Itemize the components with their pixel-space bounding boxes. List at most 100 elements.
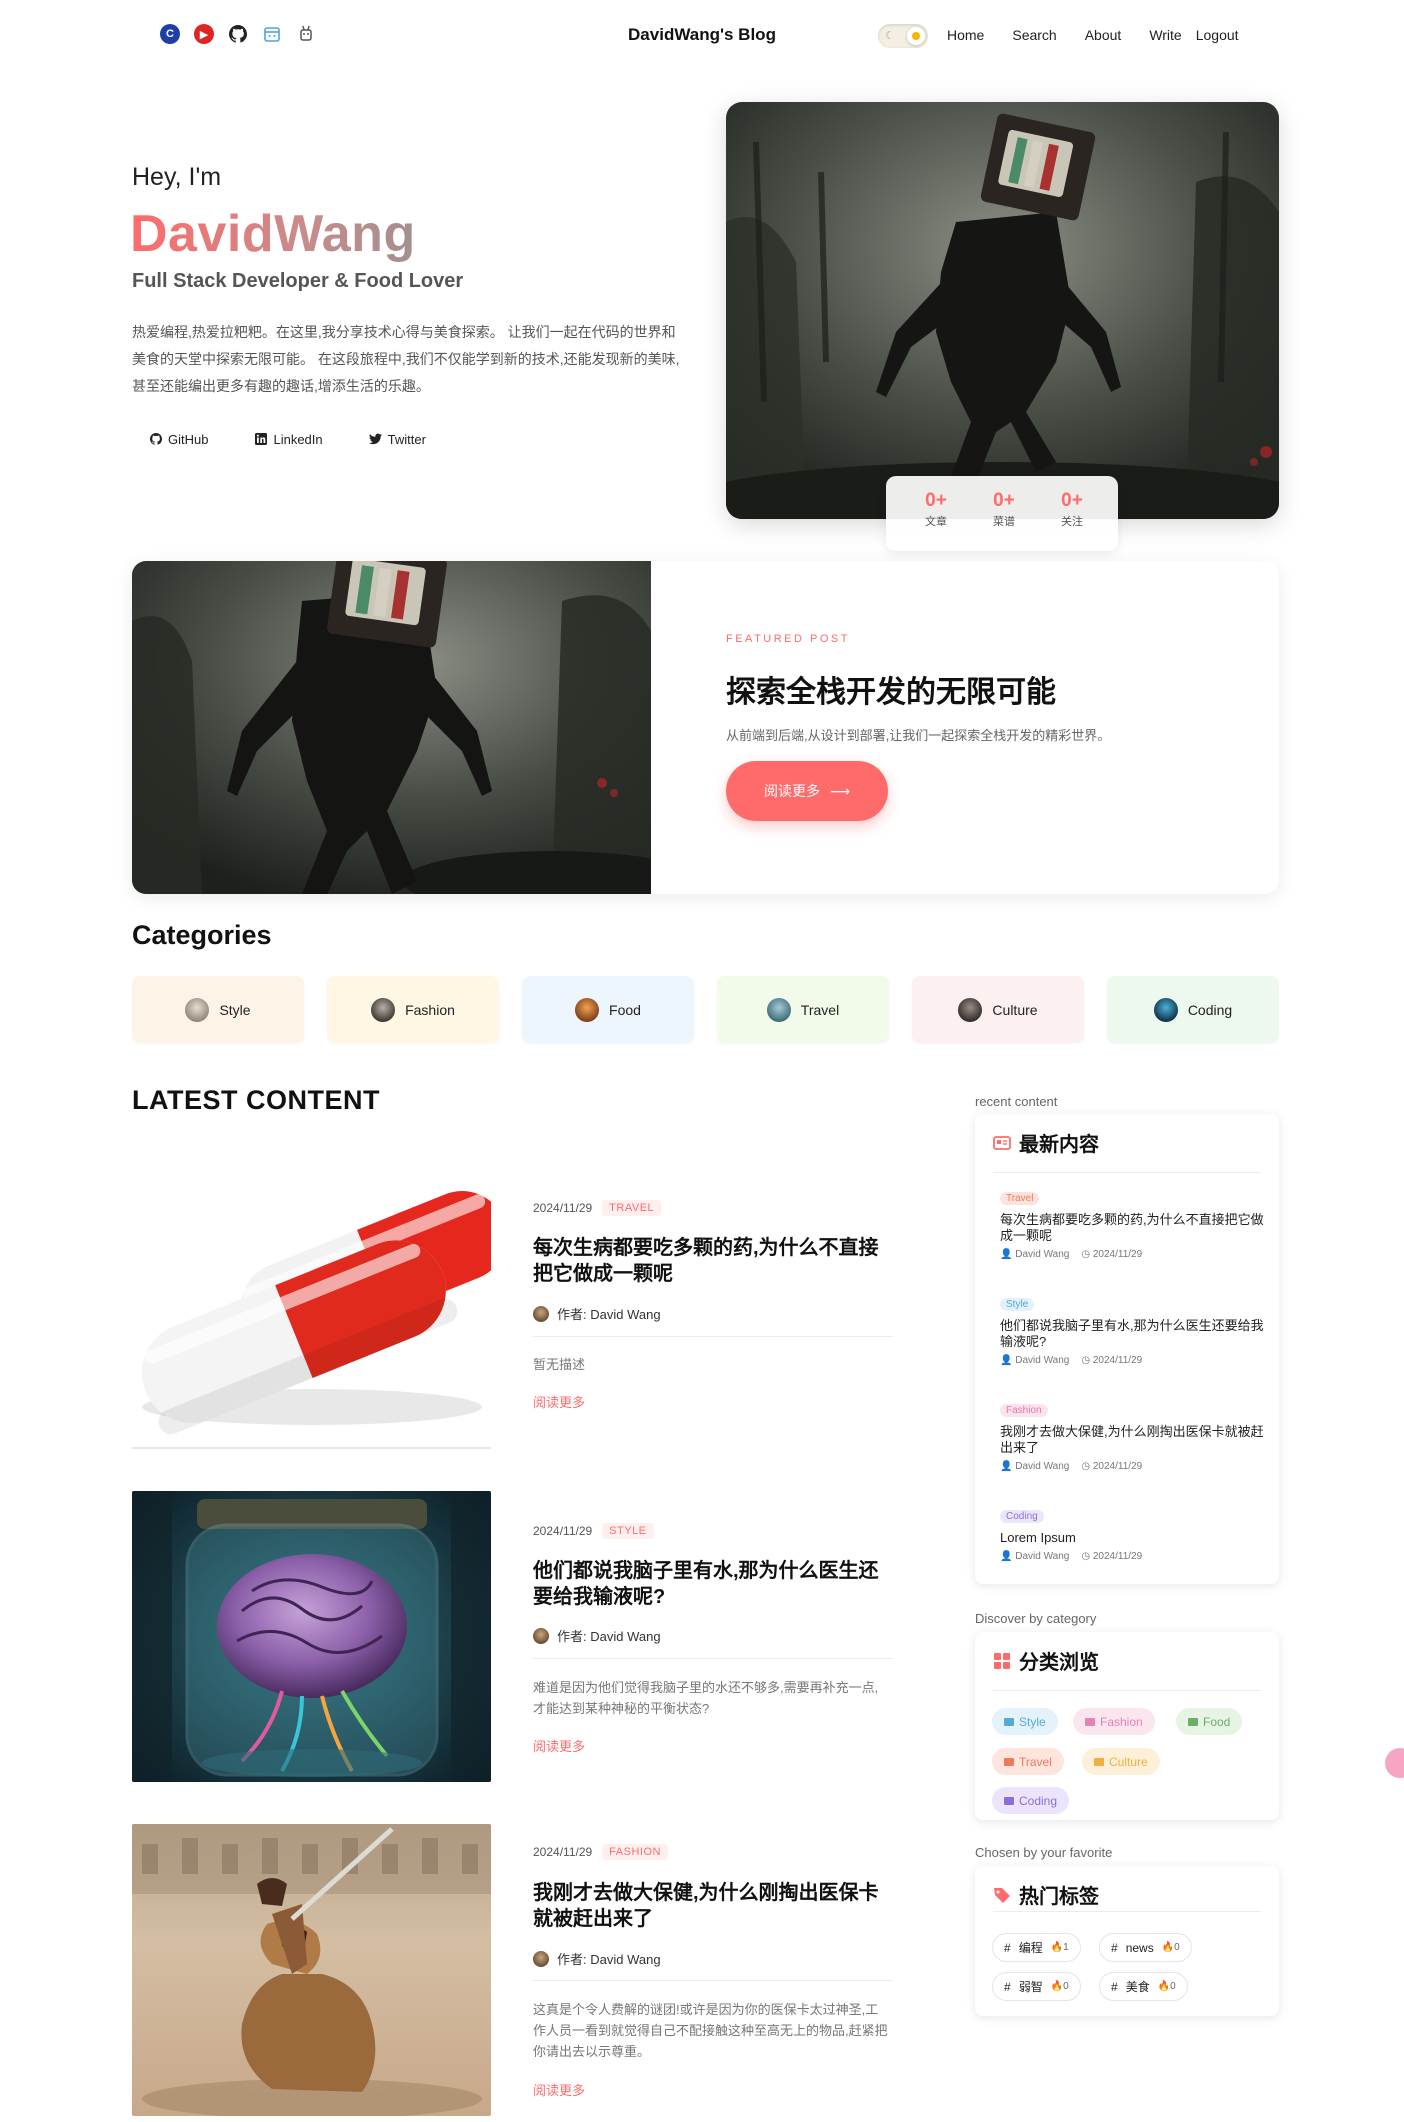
category-food-label: Food <box>609 1001 641 1018</box>
recent-card-header: 最新内容 <box>993 1128 1099 1157</box>
twitter-link[interactable]: Twitter <box>368 432 426 447</box>
post-image[interactable] <box>132 1157 491 1447</box>
tag-chip-name: 弱智 <box>1018 1980 1043 1994</box>
recent-item[interactable]: Fashion 我刚才去做大保健,为什么刚掏出医保卡就被赶出来了 👤 David… <box>1000 1400 1265 1472</box>
category-fashion[interactable]: Fashion <box>327 976 499 1043</box>
category-chip-style[interactable]: Style <box>992 1708 1058 1735</box>
featured-title[interactable]: 探索全栈开发的无限可能 <box>726 667 1056 711</box>
tag-chip[interactable]: # news 🔥0 <box>1099 1933 1192 1962</box>
post-title[interactable]: 每次生病都要吃多颗的药,为什么不直接把它做成一颗呢 <box>533 1235 893 1287</box>
post-description: 暂无描述 <box>533 1357 586 1372</box>
recent-item[interactable]: Coding Lorem Ipsum 👤 David Wang ◷ 2024/1… <box>1000 1506 1265 1562</box>
tag-chip[interactable]: # 编程 🔥1 <box>992 1933 1081 1962</box>
category-chip-culture[interactable]: Culture <box>1082 1748 1160 1775</box>
recent-item-tag[interactable]: Fashion <box>1000 1404 1048 1417</box>
post-title[interactable]: 我刚才去做大保健,为什么刚掏出医保卡就被赶出来了 <box>533 1880 893 1932</box>
post-description: 难道是因为他们觉得我脑子里的水还不够多,需要再补充一点,才能达到某种神秘的平衡状… <box>533 1680 879 1716</box>
tag-chip-count-value: 0 <box>1170 1981 1176 1992</box>
recent-item-title[interactable]: 他们都说我脑子里有水,那为什么医生还要给我输液呢? <box>1000 1318 1265 1350</box>
category-chip-label: Style <box>1019 1714 1046 1729</box>
nav-logout[interactable]: Logout <box>1196 27 1239 43</box>
divider <box>993 1690 1261 1691</box>
twitter-icon <box>368 433 382 446</box>
category-style[interactable]: Style <box>132 976 304 1043</box>
recent-item[interactable]: Travel 每次生病都要吃多颗的药,为什么不直接把它做成一颗呢 👤 David… <box>1000 1188 1265 1260</box>
post-image[interactable] <box>132 1491 491 1782</box>
category-chip-food[interactable]: Food <box>1176 1708 1243 1735</box>
post-separator <box>533 1336 893 1337</box>
category-coding-avatar <box>1153 997 1178 1022</box>
recent-item-date: 2024/11/29 <box>1092 1355 1143 1366</box>
read-more-button[interactable]: 阅读更多 ⟶ <box>726 761 888 821</box>
nav-home[interactable]: Home <box>947 27 984 43</box>
post-tag[interactable]: TRAVEL <box>602 1200 662 1216</box>
folder-icon <box>1004 1757 1014 1766</box>
category-chip-label: Coding <box>1019 1793 1058 1808</box>
post-meta: 2024/11/29 FASHION <box>533 1844 668 1860</box>
sun-icon <box>907 27 925 45</box>
category-culture[interactable]: Culture <box>912 976 1084 1043</box>
post-separator <box>533 1980 893 1981</box>
post-tag[interactable]: STYLE <box>602 1523 654 1539</box>
fire-icon: 🔥 <box>1050 1981 1064 1992</box>
stats-card: 0+ 文章 0+ 菜谱 0+ 关注 <box>886 476 1118 551</box>
main-nav: Home Search About Write Logout <box>947 27 1267 43</box>
category-chip-travel[interactable]: Travel <box>992 1748 1064 1775</box>
github-link[interactable]: GitHub <box>149 432 208 447</box>
category-culture-avatar <box>958 997 983 1022</box>
nav-about[interactable]: About <box>1085 27 1122 43</box>
read-more-link[interactable]: 阅读更多 <box>533 1392 585 1411</box>
nav-search[interactable]: Search <box>1012 27 1056 43</box>
hash-icon: # <box>1004 1979 1011 1994</box>
category-chip-fashion[interactable]: Fashion <box>1073 1708 1155 1735</box>
recent-item-tag[interactable]: Travel <box>1000 1192 1040 1205</box>
featured-post-card[interactable]: FEATURED POST 探索全栈开发的无限可能 从前端到后端,从设计到部署,… <box>132 561 1279 894</box>
latest-content-title: LATEST CONTENT <box>132 1085 380 1115</box>
recent-item-tag[interactable]: Coding <box>1000 1510 1044 1523</box>
divider <box>132 1447 491 1449</box>
linkedin-link[interactable]: LinkedIn <box>254 432 323 447</box>
category-chip-coding[interactable]: Coding <box>992 1787 1070 1814</box>
category-grid: Style Fashion Food Travel Culture Coding <box>132 976 1279 1043</box>
recent-item-title[interactable]: 每次生病都要吃多颗的药,为什么不直接把它做成一颗呢 <box>1000 1212 1265 1244</box>
tag-icon <box>993 1886 1011 1904</box>
post-image[interactable] <box>132 1824 491 2116</box>
category-coding[interactable]: Coding <box>1107 976 1279 1043</box>
category-browse-card: 分类浏览 Style Fashion Food Travel Culture C… <box>975 1632 1279 1820</box>
tag-chip-name: 编程 <box>1018 1941 1043 1955</box>
post-author: 作者: David Wang <box>533 1304 661 1323</box>
category-travel[interactable]: Travel <box>717 976 889 1043</box>
stat-recipes: 0+ 菜谱 <box>974 490 1034 529</box>
post-date: 2024/11/29 <box>533 1845 593 1859</box>
post-tag[interactable]: FASHION <box>602 1844 668 1860</box>
tag-chip[interactable]: # 美食 🔥0 <box>1099 1972 1188 2001</box>
post-author-name: 作者: David Wang <box>557 1629 661 1644</box>
stat-recipes-value: 0+ <box>993 490 1015 511</box>
recent-item-title[interactable]: Lorem Ipsum <box>1000 1530 1265 1546</box>
author-avatar <box>533 1627 549 1644</box>
tag-chip-count-value: 0 <box>1063 1981 1069 1992</box>
tag-chip[interactable]: # 弱智 🔥0 <box>992 1972 1081 2001</box>
recent-card-title: 最新内容 <box>1019 1134 1099 1156</box>
newspaper-icon <box>993 1134 1011 1152</box>
read-more-link[interactable]: 阅读更多 <box>533 2080 585 2099</box>
featured-image <box>132 561 702 894</box>
tag-chip-count-value: 1 <box>1063 1942 1069 1953</box>
divider <box>993 1911 1261 1912</box>
github-link-label: GitHub <box>168 432 209 447</box>
recent-item-tag[interactable]: Style <box>1000 1298 1035 1311</box>
category-fashion-label: Fashion <box>405 1001 455 1018</box>
tags-section-label: Chosen by your favorite <box>975 1845 1113 1860</box>
recent-item-title[interactable]: 我刚才去做大保健,为什么刚掏出医保卡就被赶出来了 <box>1000 1424 1265 1456</box>
recent-item[interactable]: Style 他们都说我脑子里有水,那为什么医生还要给我输液呢? 👤 David … <box>1000 1294 1265 1366</box>
read-more-link[interactable]: 阅读更多 <box>533 1736 585 1755</box>
category-food[interactable]: Food <box>522 976 694 1043</box>
tag-chip-count: 🔥0 <box>1162 1942 1180 1953</box>
post-title[interactable]: 他们都说我脑子里有水,那为什么医生还要给我输液呢? <box>533 1558 893 1610</box>
recent-item-author: David Wang <box>1015 1551 1070 1562</box>
theme-toggle[interactable]: ☾ <box>878 24 928 48</box>
floating-action-button[interactable] <box>1385 1748 1404 1778</box>
tag-chip-count: 🔥0 <box>1051 1981 1069 1992</box>
stat-followers: 0+ 关注 <box>1042 490 1102 529</box>
nav-write[interactable]: Write <box>1149 27 1181 43</box>
